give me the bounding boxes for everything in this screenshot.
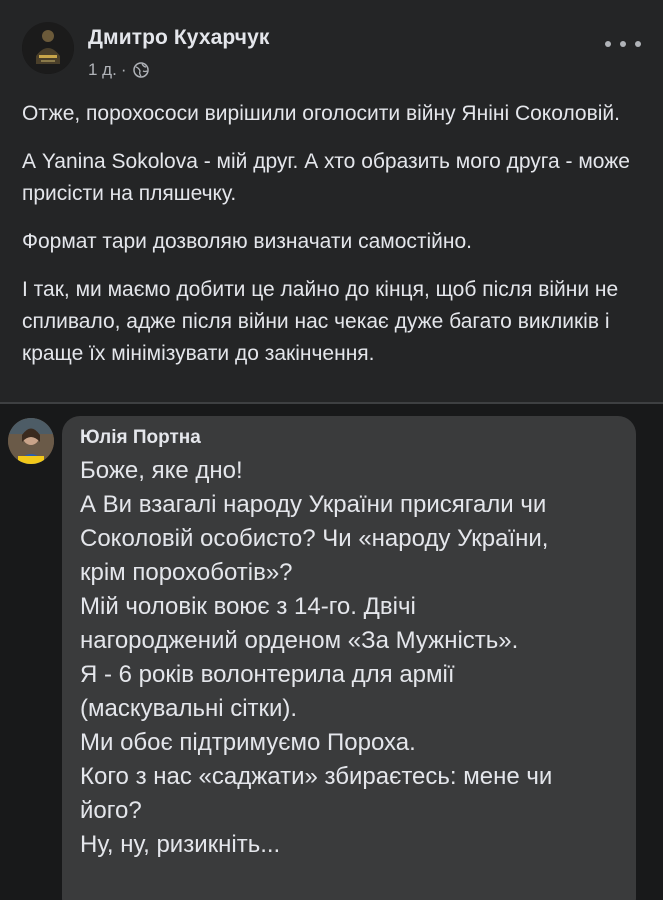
post-meta: 1 д. ·	[88, 60, 149, 80]
comment-line: Кого з нас «саджати» збираєтесь: мене чи	[80, 763, 553, 790]
comment-line: Ми обоє підтримуємо Пороха.	[80, 729, 416, 756]
post-paragraph: І так, ми маємо добити це лайно до кінця…	[22, 278, 619, 365]
comment-line: Я - 6 років волонтерила для армії	[80, 661, 455, 688]
post-card: Дмитро Кухарчук 1 д. · Отже, порохососи …	[0, 0, 663, 402]
divider	[0, 402, 663, 404]
comment-line: Боже, яке дно!	[80, 457, 243, 484]
author-avatar[interactable]	[22, 22, 74, 74]
comment-line: (маскувальні сітки).	[80, 695, 298, 722]
post-body: Отже, порохососи вирішили оголосити війн…	[22, 98, 642, 370]
facebook-page: Дмитро Кухарчук 1 д. · Отже, порохососи …	[0, 0, 663, 900]
post-timestamp[interactable]: 1 д.	[88, 60, 117, 80]
comment-line: Ну, ну, ризикніть...	[80, 831, 281, 858]
globe-icon[interactable]	[132, 62, 149, 78]
more-options-icon[interactable]	[605, 32, 641, 56]
post-paragraph: А Yanina Sokolova - мій друг. А хто обра…	[22, 150, 630, 205]
meta-separator: ·	[120, 60, 127, 79]
commenter-avatar[interactable]	[8, 418, 54, 464]
comment-line: крім порохоботів»?	[80, 559, 293, 586]
comment-line: Мій чоловік воює з 14-го. Двічі	[80, 593, 416, 620]
comment-line: його?	[80, 797, 142, 824]
comment-line: А Ви взагалі народу України присягали чи	[80, 491, 547, 518]
comment-author-name[interactable]: Юлія Портна	[80, 427, 201, 449]
comment-line: Соколовій особисто? Чи «народу України,	[80, 525, 549, 552]
post-author-name[interactable]: Дмитро Кухарчук	[88, 26, 269, 50]
post-paragraph: Формат тари дозволяю визначати самостійн…	[22, 230, 473, 253]
comment-text: Боже, яке дно! А Ви взагалі народу Украї…	[80, 454, 620, 862]
post-paragraph: Отже, порохососи вирішили оголосити війн…	[22, 102, 620, 125]
comment-line: нагороджений орденом «За Мужність».	[80, 627, 519, 654]
